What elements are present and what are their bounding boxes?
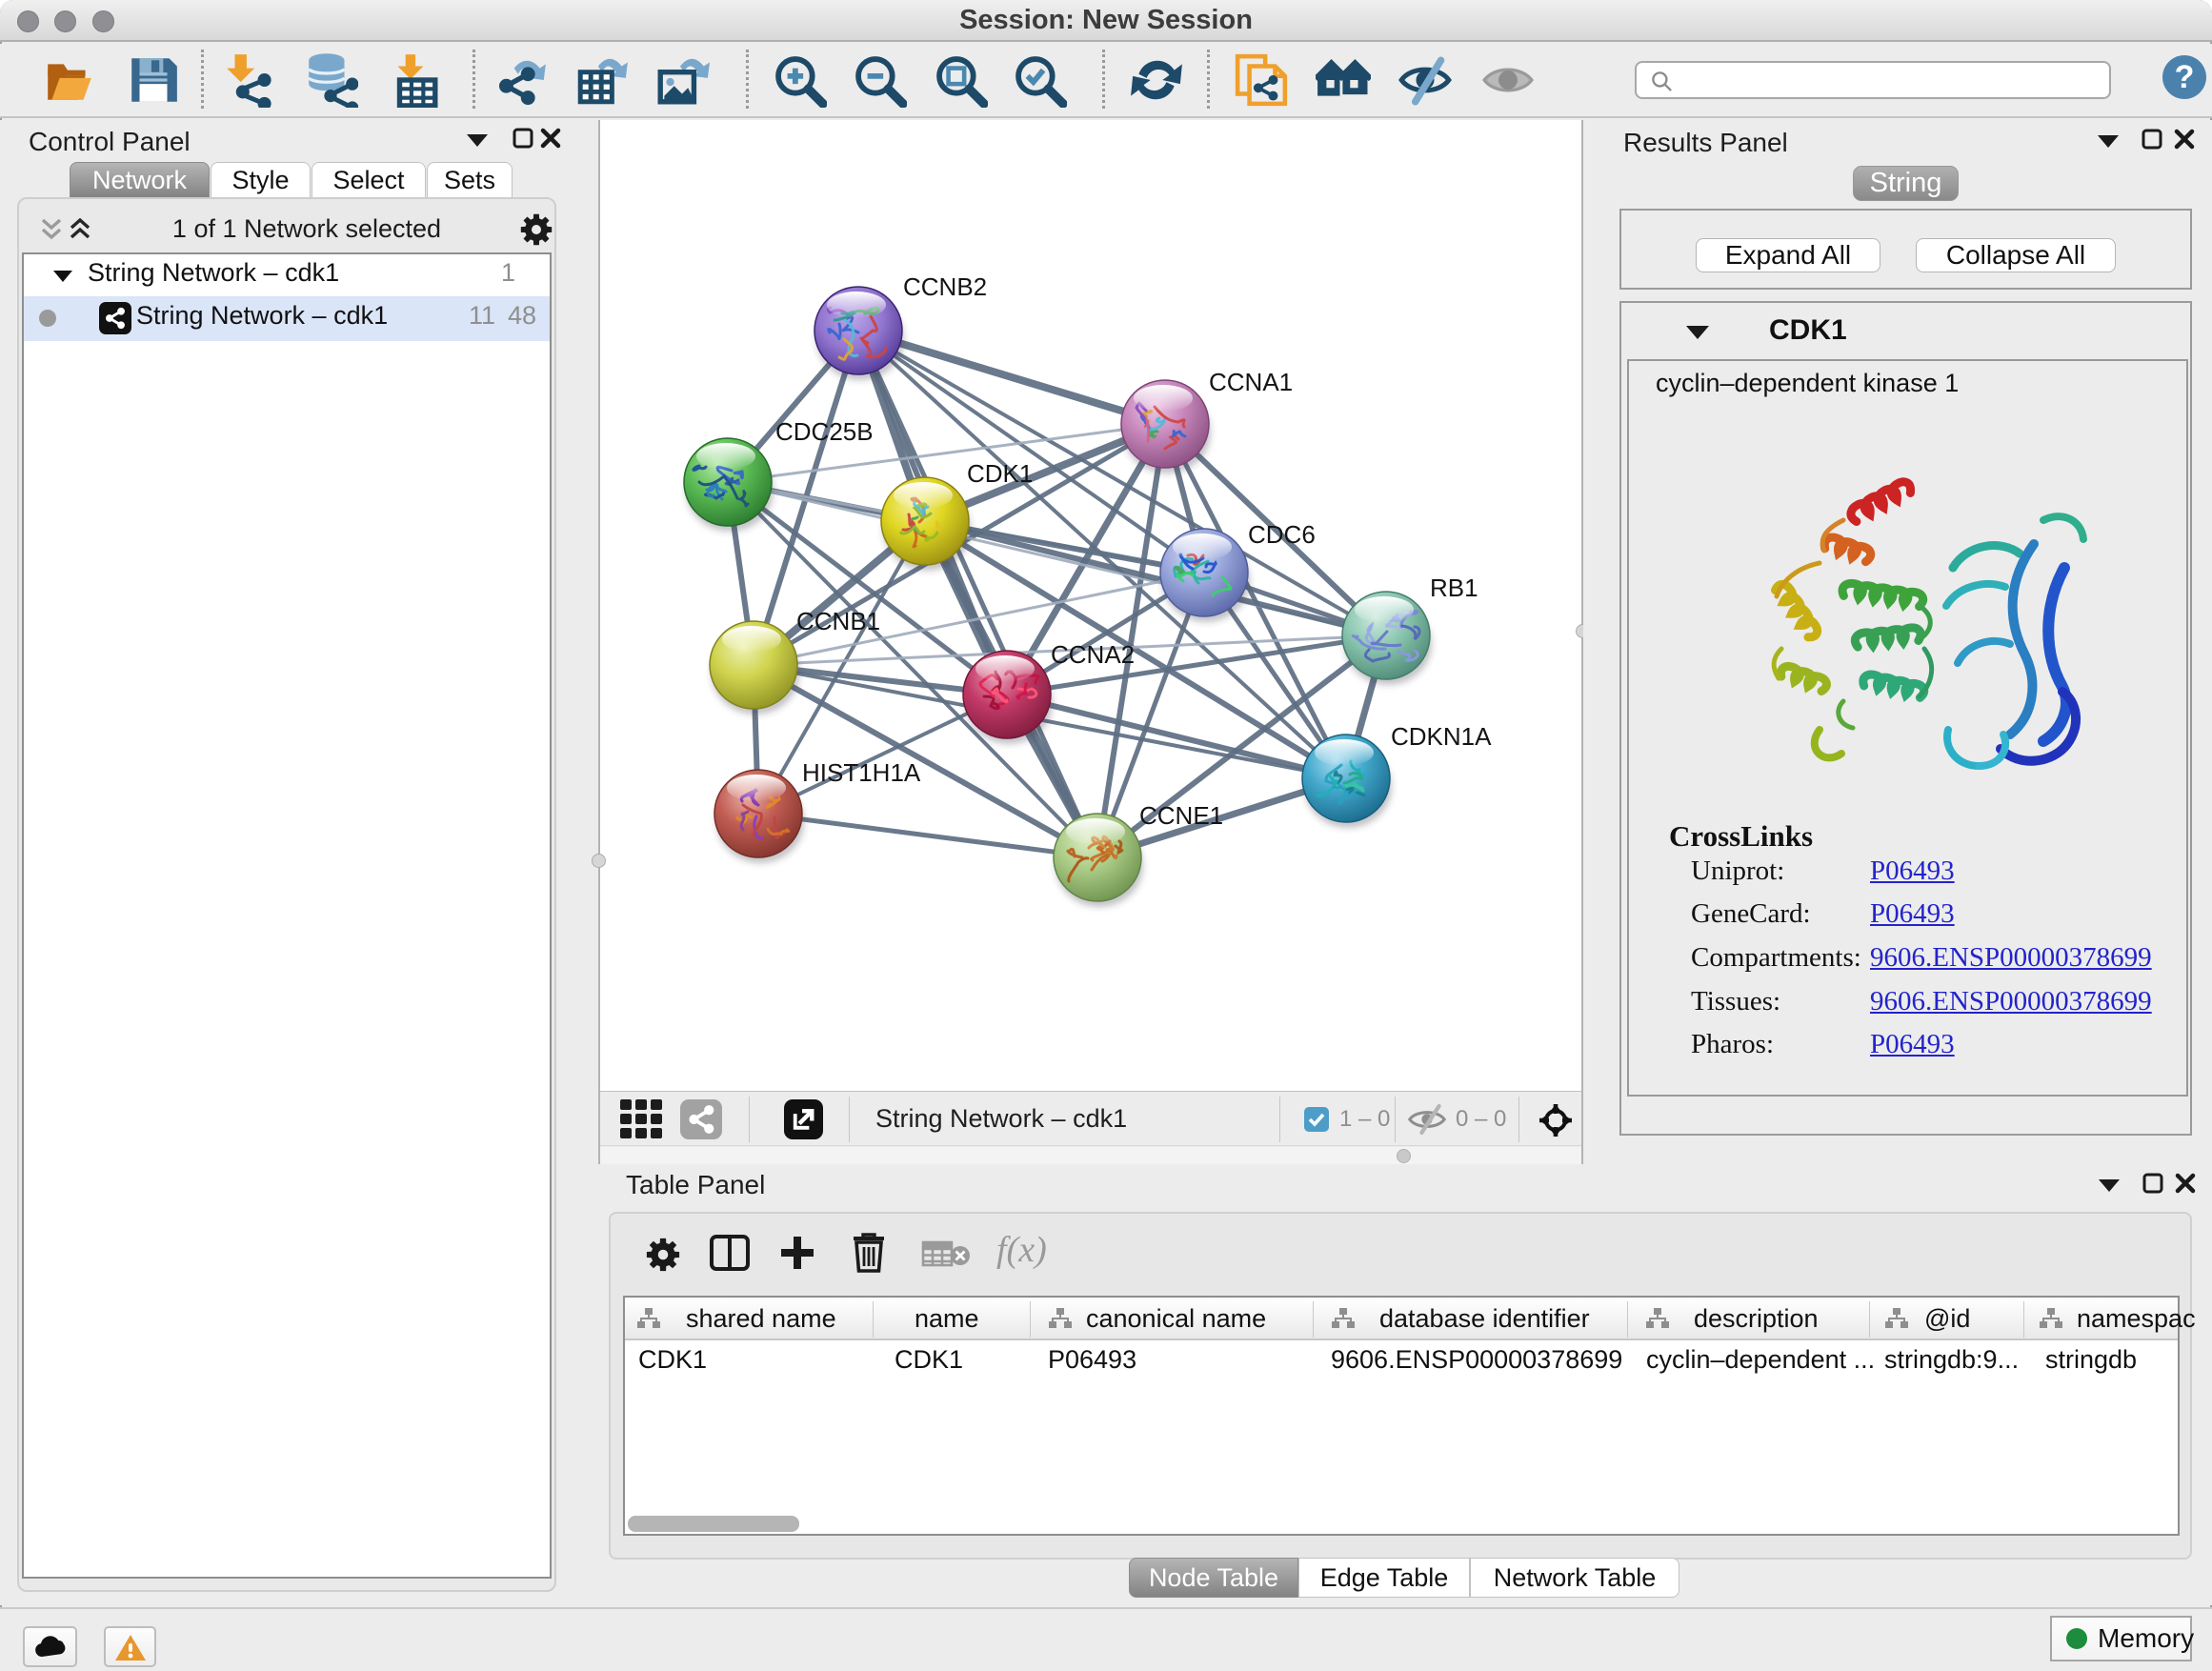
svg-text:CDKN1A: CDKN1A bbox=[1391, 722, 1492, 751]
svg-text:CDC6: CDC6 bbox=[1248, 520, 1316, 549]
svg-text:CCNA2: CCNA2 bbox=[1051, 640, 1135, 669]
svg-text:CCNE1: CCNE1 bbox=[1139, 801, 1223, 830]
svg-text:CDC25B: CDC25B bbox=[775, 417, 874, 446]
svg-text:CCNA1: CCNA1 bbox=[1209, 368, 1293, 396]
svg-text:CCNB1: CCNB1 bbox=[796, 607, 880, 635]
svg-text:CCNB2: CCNB2 bbox=[903, 272, 987, 301]
svg-text:RB1: RB1 bbox=[1430, 574, 1478, 602]
svg-text:CDK1: CDK1 bbox=[967, 459, 1033, 488]
svg-text:HIST1H1A: HIST1H1A bbox=[802, 758, 921, 787]
